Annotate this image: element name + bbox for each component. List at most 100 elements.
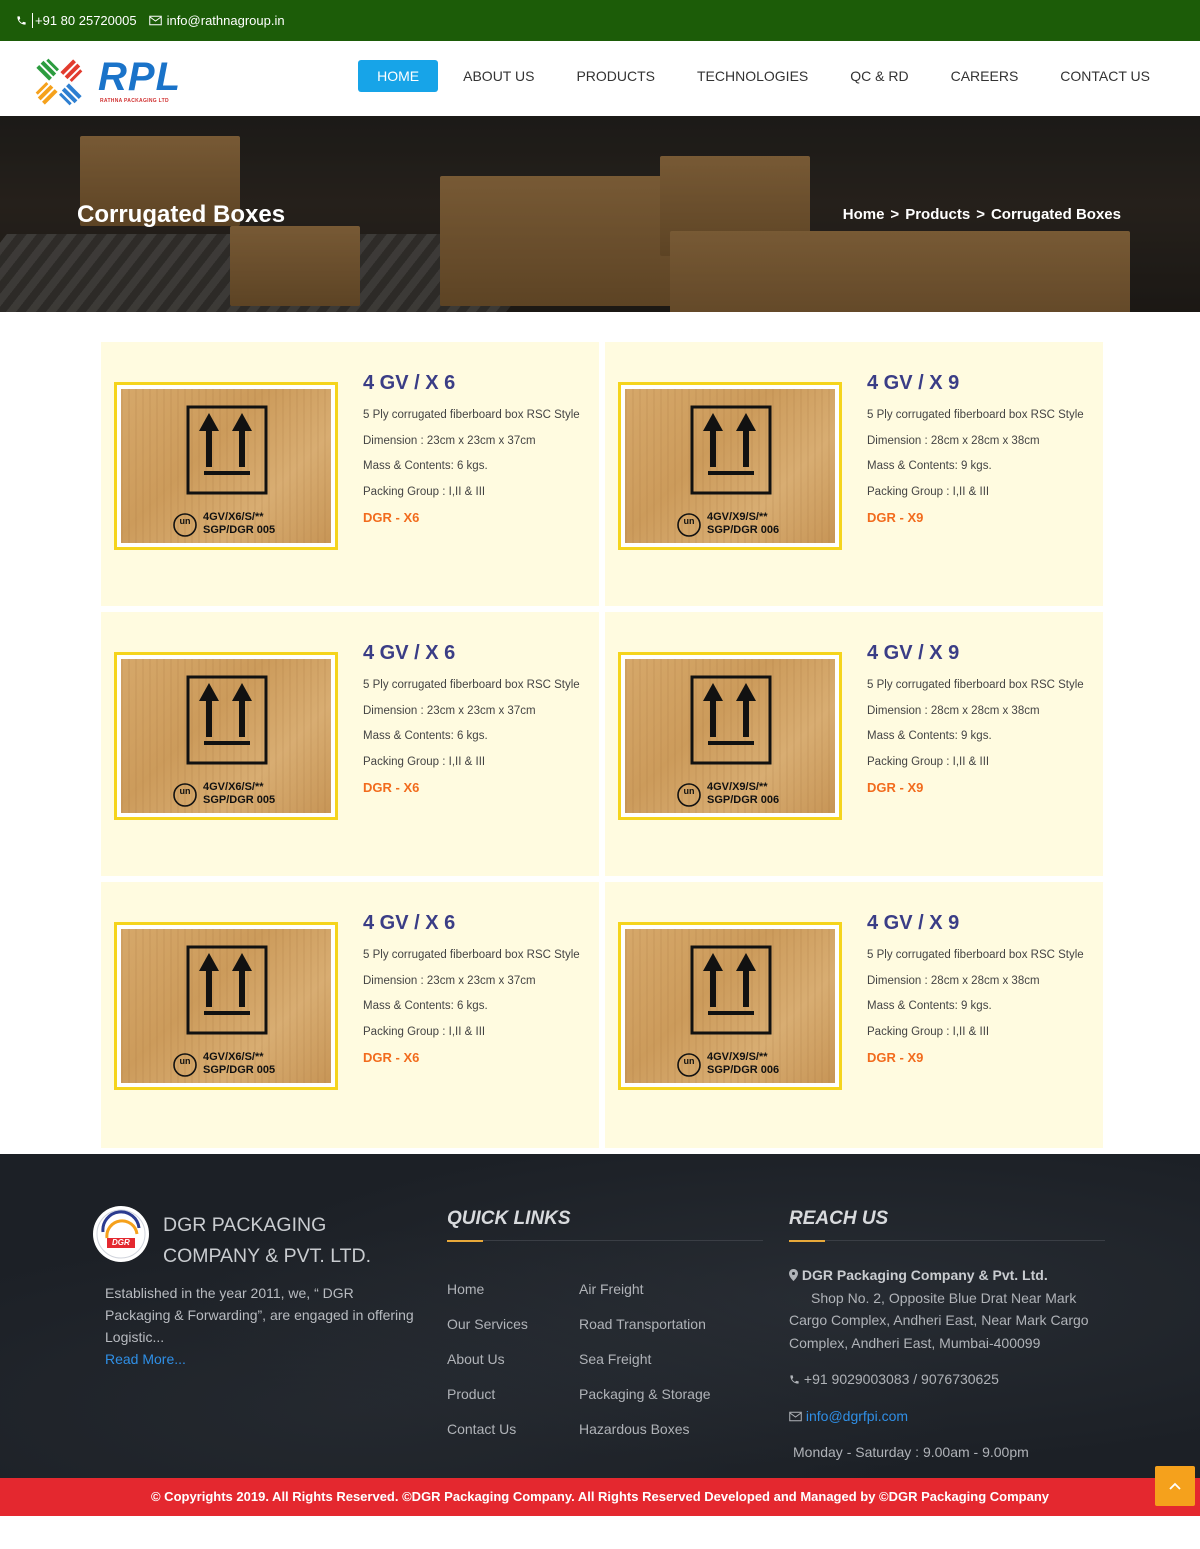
- scroll-to-top-button[interactable]: [1155, 1466, 1195, 1506]
- box-cert-line2: SGP/DGR 006: [707, 524, 780, 536]
- box-certification: 4GV/X6/S/** SGP/DGR 005: [203, 511, 275, 537]
- box-certification: 4GV/X6/S/** SGP/DGR 005: [203, 781, 275, 807]
- product-title[interactable]: 4 GV / X 6: [363, 372, 580, 395]
- product-image[interactable]: un 4GV/X9/S/** SGP/DGR 006: [618, 652, 842, 820]
- footer-about-body: Established in the year 2011, we, “ DGR …: [105, 1285, 414, 1345]
- nav-technologies[interactable]: TECHNOLOGIES: [677, 60, 828, 92]
- product-mass: Mass & Contents: 6 kgs.: [363, 1000, 488, 1013]
- box-certification: 4GV/X6/S/** SGP/DGR 005: [203, 1051, 275, 1077]
- nav-home[interactable]: HOME: [358, 60, 439, 92]
- box-label-graphic: un 4GV/X9/S/** SGP/DGR 006: [625, 659, 835, 813]
- product-code: DGR - X6: [363, 1050, 420, 1066]
- reach-phone-numbers: +91 9029003083 / 9076730625: [803, 1371, 999, 1387]
- rpl-logo[interactable]: RPL RATHNA PACKAGING LTD: [30, 53, 180, 109]
- phone-icon: [790, 1375, 799, 1384]
- product-image[interactable]: un 4GV/X6/S/** SGP/DGR 005: [114, 652, 338, 820]
- footer-link-packaging-storage[interactable]: Packaging & Storage: [579, 1377, 711, 1412]
- footer-link-home[interactable]: Home: [447, 1272, 528, 1307]
- product-title[interactable]: 4 GV / X 9: [867, 372, 1084, 395]
- footer-link-hazardous-boxes[interactable]: Hazardous Boxes: [579, 1412, 711, 1447]
- product-card[interactable]: un 4GV/X6/S/** SGP/DGR 005 4 GV / X 6 5 …: [101, 882, 599, 1148]
- product-card[interactable]: un 4GV/X9/S/** SGP/DGR 006 4 GV / X 9 5 …: [605, 612, 1103, 876]
- footer-link-about-us[interactable]: About Us: [447, 1342, 528, 1377]
- product-info: 4 GV / X 9 5 Ply corrugated fiberboard b…: [867, 372, 1084, 525]
- breadcrumb-current: Corrugated Boxes: [990, 206, 1121, 223]
- product-image[interactable]: un 4GV/X6/S/** SGP/DGR 005: [114, 382, 338, 550]
- product-packing-group: Packing Group : I,II & III: [867, 485, 990, 498]
- product-code: DGR - X6: [363, 510, 420, 526]
- product-mass: Mass & Contents: 6 kgs.: [363, 460, 488, 473]
- product-mass: Mass & Contents: 9 kgs.: [867, 730, 992, 743]
- read-more-link[interactable]: Read More...: [105, 1351, 186, 1367]
- product-packing-group: Packing Group : I,II & III: [363, 755, 486, 768]
- un-mark: un: [683, 1056, 695, 1066]
- footer-link-road-transportation[interactable]: Road Transportation: [579, 1307, 711, 1342]
- footer-link-contact-us[interactable]: Contact Us: [447, 1412, 528, 1447]
- box-certification: 4GV/X9/S/** SGP/DGR 006: [707, 781, 779, 807]
- nav-products[interactable]: PRODUCTS: [556, 60, 675, 92]
- product-card[interactable]: un 4GV/X9/S/** SGP/DGR 006 4 GV / X 9 5 …: [605, 882, 1103, 1148]
- product-code: DGR - X9: [867, 510, 924, 526]
- phone-icon: [17, 16, 26, 25]
- product-card[interactable]: un 4GV/X9/S/** SGP/DGR 006 4 GV / X 9 5 …: [605, 342, 1103, 606]
- reach-address: Shop No. 2, Opposite Blue Drat Near Mark…: [789, 1289, 1089, 1351]
- quick-links-divider: [447, 1240, 763, 1242]
- top-email[interactable]: info@rathnagroup.in: [148, 13, 285, 28]
- product-title[interactable]: 4 GV / X 6: [363, 912, 580, 935]
- product-mass: Mass & Contents: 6 kgs.: [363, 730, 488, 743]
- reach-hours: Monday - Saturday : 9.00am - 9.00pm: [793, 1444, 1029, 1460]
- box-label-graphic: un 4GV/X6/S/** SGP/DGR 005: [121, 389, 331, 543]
- reach-us-details: DGR Packaging Company & Pvt. Ltd. Shop N…: [789, 1264, 1109, 1464]
- product-card[interactable]: un 4GV/X6/S/** SGP/DGR 005 4 GV / X 6 5 …: [101, 342, 599, 606]
- product-description: 5 Ply corrugated fiberboard box RSC Styl…: [867, 409, 1084, 421]
- breadcrumb: Home > Products > Corrugated Boxes: [843, 206, 1121, 223]
- top-bar: +91 80 25720005 info@rathnagroup.in: [0, 0, 1200, 41]
- dgr-logo[interactable]: DGR: [93, 1206, 149, 1262]
- nav-careers[interactable]: CAREERS: [931, 60, 1039, 92]
- product-dimension: Dimension : 23cm x 23cm x 37cm: [363, 434, 536, 447]
- divider-accent: [447, 1240, 483, 1242]
- dgr-logo-text: DGR: [112, 1238, 130, 1247]
- un-mark: un: [179, 516, 191, 526]
- nav-contact-us[interactable]: CONTACT US: [1040, 60, 1170, 92]
- un-mark: un: [683, 516, 695, 526]
- nav-qc-rd[interactable]: QC & RD: [830, 60, 928, 92]
- envelope-icon: [148, 15, 162, 26]
- top-phone[interactable]: +91 80 25720005: [16, 13, 137, 28]
- product-card[interactable]: un 4GV/X6/S/** SGP/DGR 005 4 GV / X 6 5 …: [101, 612, 599, 876]
- product-image[interactable]: un 4GV/X6/S/** SGP/DGR 005: [114, 922, 338, 1090]
- reach-email-link[interactable]: info@dgrfpi.com: [806, 1408, 908, 1424]
- footer-link-air-freight[interactable]: Air Freight: [579, 1272, 711, 1307]
- product-info: 4 GV / X 6 5 Ply corrugated fiberboard b…: [363, 642, 580, 795]
- footer-quick-links: QUICK LINKS Home Our Services About Us P…: [447, 1208, 763, 1437]
- quick-links-heading: QUICK LINKS: [447, 1208, 571, 1229]
- product-image[interactable]: un 4GV/X9/S/** SGP/DGR 006: [618, 922, 842, 1090]
- product-title[interactable]: 4 GV / X 9: [867, 912, 1084, 935]
- page-title: Corrugated Boxes: [77, 201, 286, 228]
- products-section: un 4GV/X6/S/** SGP/DGR 005 4 GV / X 6 5 …: [0, 312, 1200, 1148]
- box-cert-line2: SGP/DGR 006: [707, 794, 780, 806]
- logo-wordmark: RPL: [98, 55, 181, 99]
- footer-link-sea-freight[interactable]: Sea Freight: [579, 1342, 711, 1377]
- footer-reach-us: REACH US: [789, 1208, 1105, 1242]
- page-banner: Corrugated Boxes Home > Products > Corru…: [0, 116, 1200, 312]
- product-dimension: Dimension : 23cm x 23cm x 37cm: [363, 704, 536, 717]
- breadcrumb-products[interactable]: Products: [905, 206, 970, 223]
- phone-text: +91 80 25720005: [32, 13, 137, 28]
- product-title[interactable]: 4 GV / X 9: [867, 642, 1084, 665]
- footer-link-our-services[interactable]: Our Services: [447, 1307, 528, 1342]
- product-code: DGR - X9: [867, 1050, 924, 1066]
- product-title[interactable]: 4 GV / X 6: [363, 642, 580, 665]
- nav-about-us[interactable]: ABOUT US: [443, 60, 554, 92]
- map-marker-icon: [789, 1269, 798, 1281]
- breadcrumb-home[interactable]: Home: [843, 206, 885, 223]
- product-dimension: Dimension : 28cm x 28cm x 38cm: [867, 974, 1040, 987]
- reach-company-name: DGR Packaging Company & Pvt. Ltd.: [801, 1267, 1048, 1283]
- footer-link-product[interactable]: Product: [447, 1377, 528, 1412]
- box-cert-line2: SGP/DGR 005: [203, 524, 276, 536]
- product-image[interactable]: un 4GV/X9/S/** SGP/DGR 006: [618, 382, 842, 550]
- envelope-icon: [789, 1411, 802, 1421]
- breadcrumb-separator: >: [976, 206, 985, 223]
- box-cert-line2: SGP/DGR 005: [203, 1064, 276, 1076]
- copyright-bar: © Copyrights 2019. All Rights Reserved. …: [0, 1478, 1200, 1516]
